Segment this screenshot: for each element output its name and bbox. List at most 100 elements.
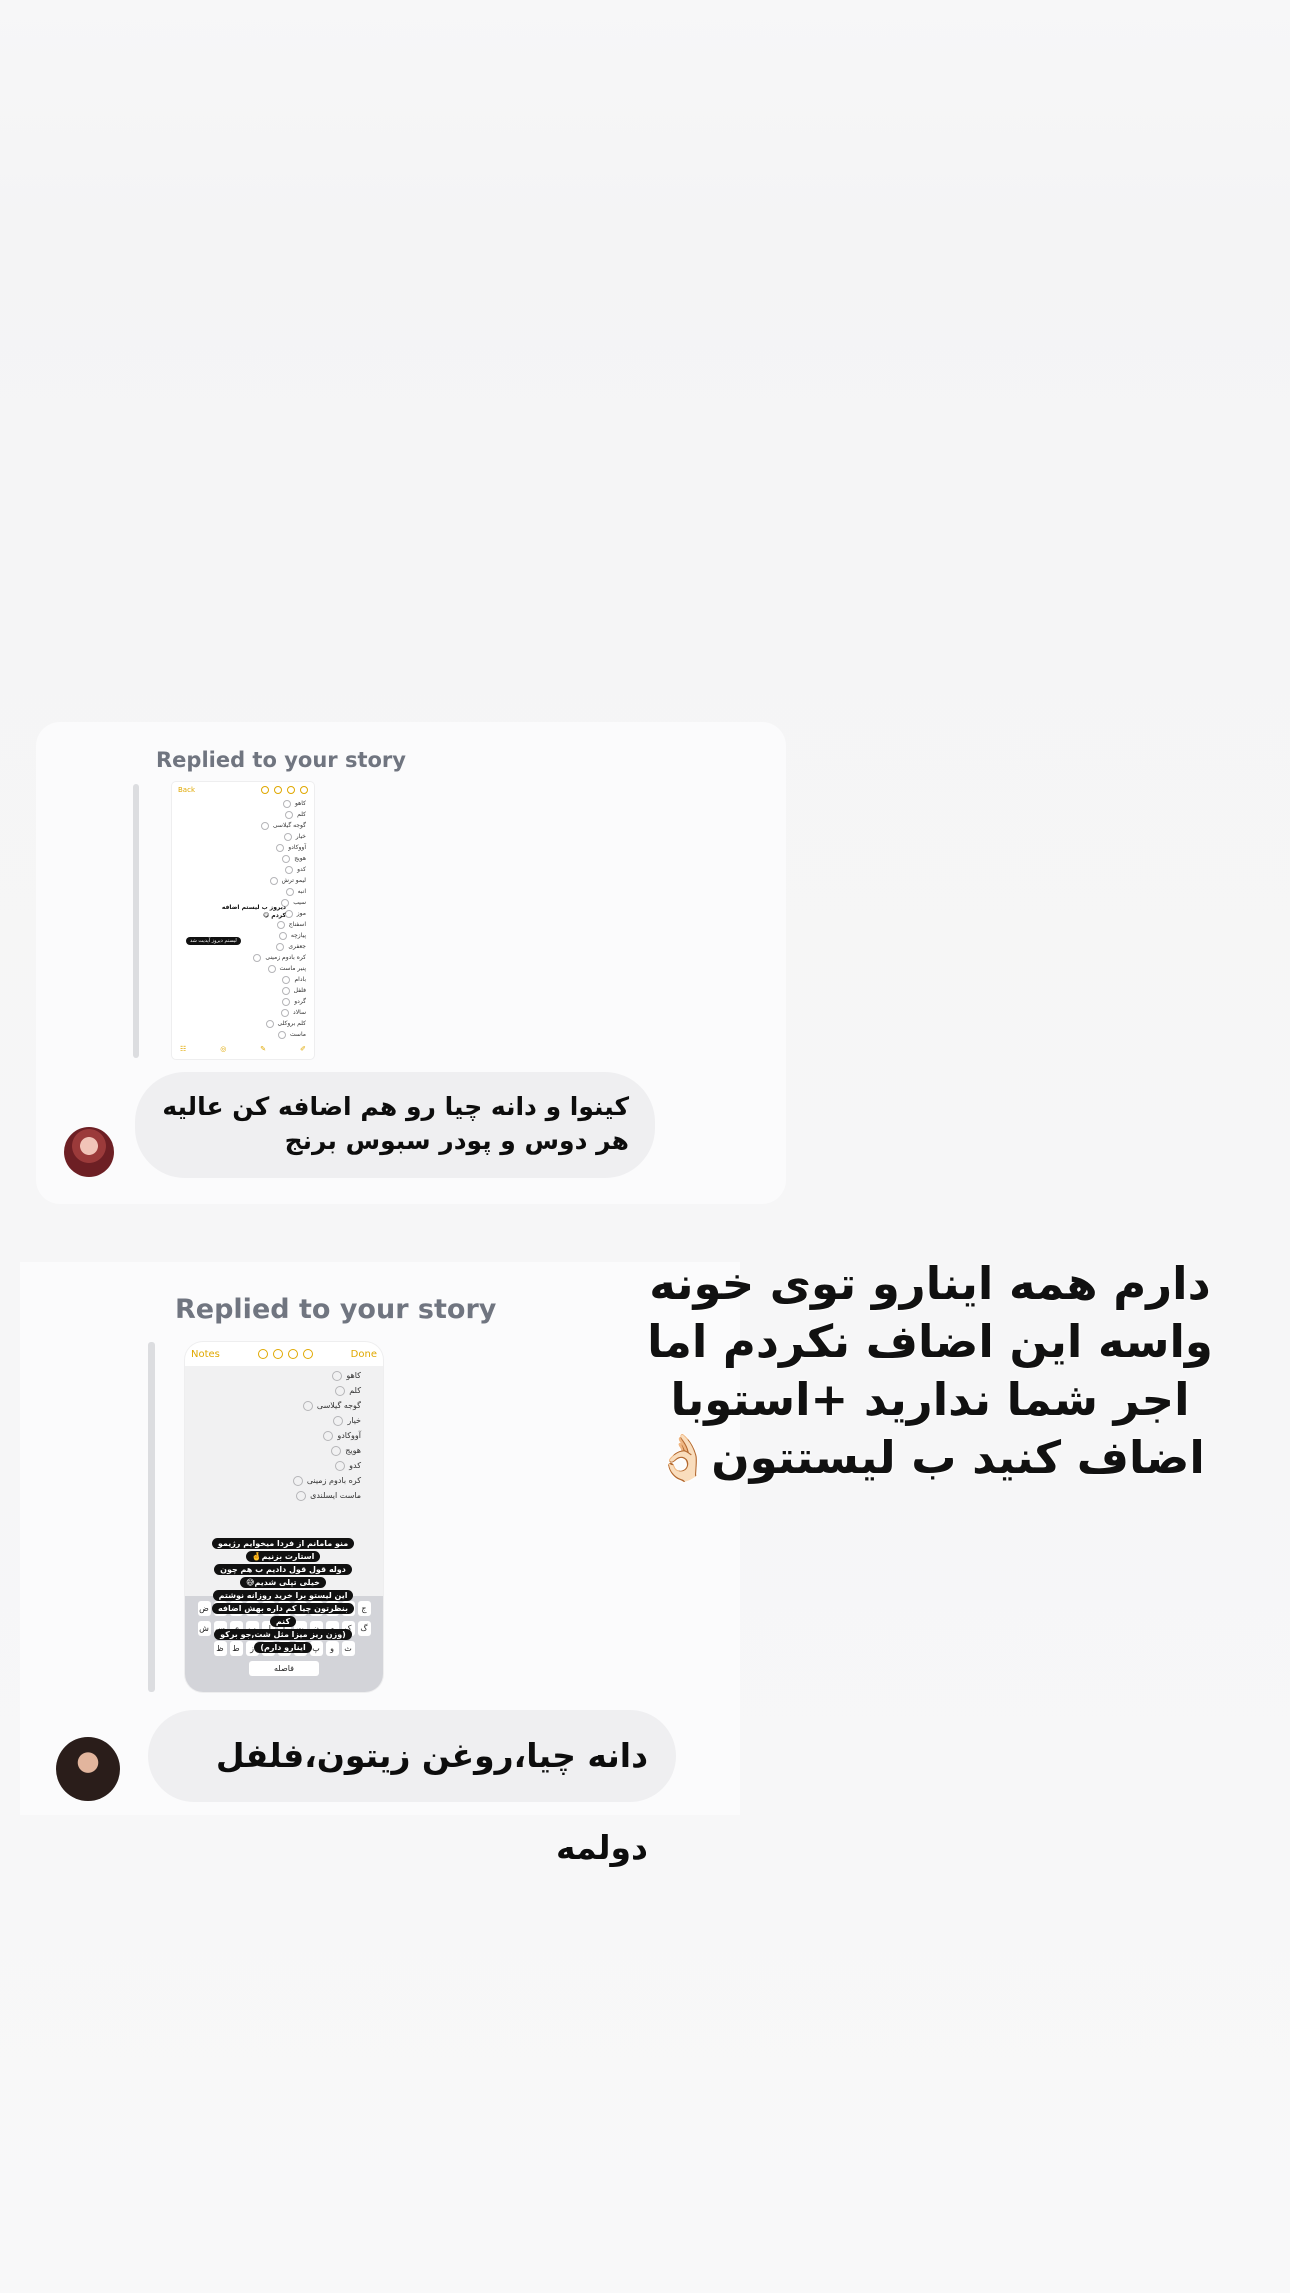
checklist-item-label: گوجه گیلاسی: [272, 822, 306, 829]
reply-quote-bar: [133, 784, 139, 1058]
checklist-item: خیار: [293, 1413, 361, 1428]
checklist-item-label: پنیر ماست: [279, 965, 306, 972]
checklist-item-label: هویج: [345, 1446, 361, 1455]
checklist-item: آووکادو: [253, 842, 306, 853]
checklist-item-label: سیب: [293, 899, 306, 906]
checklist-item-label: هویج: [294, 855, 306, 862]
story-overlay-pill: کنم: [269, 1616, 297, 1627]
checklist-item: ماست: [253, 1029, 306, 1040]
checkbox-circle-icon: [276, 843, 285, 852]
checkbox-circle-icon: [285, 810, 294, 819]
checklist-item-label: گوجه گیلاسی: [316, 1401, 361, 1410]
checklist-item-label: کلم: [349, 1386, 361, 1395]
checklist-item-label: خیار: [295, 833, 306, 840]
message-bubble[interactable]: کینوا و دانه چیا رو هم اضافه کن عالیه هر…: [135, 1072, 655, 1178]
checklist-item-label: انبه: [297, 888, 306, 895]
checklist-item-label: ماست: [290, 1031, 306, 1038]
checkbox-circle-icon: [283, 799, 292, 808]
notes-toolbar-icons: [261, 786, 308, 794]
checkbox-circle-icon: [282, 854, 291, 863]
checklist-item: جعفری: [253, 941, 306, 952]
checkbox-circle-icon: [282, 997, 291, 1006]
replied-to-story-label: Replied to your story: [175, 1294, 497, 1325]
checkbox-circle-icon: [260, 821, 269, 830]
checklist-item: کدو: [253, 864, 306, 875]
checklist-item-label: کره بادوم زمینی: [265, 954, 306, 961]
checkbox-circle-icon: [285, 865, 294, 874]
checklist-item: اسفناج: [253, 919, 306, 930]
checklist-item-label: اسفناج: [288, 921, 306, 928]
checkbox-circle-icon: [333, 1415, 344, 1426]
checkbox-circle-icon: [278, 1030, 287, 1039]
checkbox-circle-icon: [323, 1430, 334, 1441]
checklist-item: پیازچه: [253, 930, 306, 941]
story-thumbnail[interactable]: Back كاهو كلم گوجه گیلاسی خیار آووکادو هویج کد…: [172, 782, 314, 1059]
checklist-item: کلم بروکلی: [253, 1018, 306, 1029]
checklist-item: گوجه گیلاسی: [253, 820, 306, 831]
story-overlay-pill: خیلی تپلی شدیم😅: [240, 1577, 326, 1588]
story-thumbnail[interactable]: Notes Done کاهو کلم گوجه گیلاسی خیار آووکادو…: [185, 1342, 383, 1692]
pencil-icon: ✎: [260, 1045, 267, 1053]
avatar[interactable]: [56, 1737, 120, 1801]
checklist-item-label: کلم بروکلی: [277, 1020, 306, 1027]
checklist-item-label: بادام: [294, 976, 306, 983]
notes-back-link: Notes: [191, 1348, 220, 1360]
story-overlay-pill: لیستم دیروز آپدیت شد: [186, 937, 241, 945]
compose-icon: ✐: [300, 1045, 306, 1053]
checkbox-circle-icon: [282, 975, 291, 984]
checklist-item: كاهو: [253, 798, 306, 809]
checklist-item: کره بادوم زمینی: [253, 952, 306, 963]
notes-toolbar-icons: [257, 1349, 313, 1359]
checklist-item: آووکادو: [293, 1428, 361, 1443]
checklist-item-label: کدو: [297, 866, 306, 873]
checklist: کاهو کلم گوجه گیلاسی خیار آووکادو هویج کدو کره …: [292, 1368, 361, 1503]
story-overlay-pill: این لیستو برا خرید روزانه نوشتم: [212, 1590, 354, 1601]
checklist-item: پنیر ماست: [253, 963, 306, 974]
checkbox-circle-icon: [335, 1385, 346, 1396]
checklist-item: هویج: [253, 853, 306, 864]
checklist-item: فلفل: [253, 985, 306, 996]
camera-icon: ◎: [220, 1045, 227, 1053]
checklist-item-label: کره بادوم زمینی: [306, 1476, 361, 1485]
checklist-item-label: گردو: [294, 998, 306, 1005]
checklist-item: هویج: [293, 1443, 361, 1458]
checkbox-circle-icon: [278, 931, 287, 940]
story-overlay-pills: منو مامانم از فردا میخوایم رژیمو استارت ب…: [197, 1538, 369, 1655]
checklist-item-label: کاهو: [346, 1371, 361, 1380]
checklist-item-label: موز: [296, 910, 306, 917]
checklist-item: کاهو: [293, 1368, 361, 1383]
checkbox-circle-icon: [332, 1370, 343, 1381]
checklist-item: گردو: [253, 996, 306, 1007]
story-overlay-pill: اینارو دارم): [254, 1642, 312, 1653]
checkbox-circle-icon: [283, 832, 292, 841]
checklist-item-label: خیار: [347, 1416, 361, 1425]
checklist-icon: ☷: [180, 1045, 187, 1053]
checklist-item: لیمو ترش: [253, 875, 306, 886]
story-overlay-pill: منو مامانم از فردا میخوایم رژیمو: [211, 1538, 355, 1549]
story-reply-card-2: Replied to your story Notes Done کاهو کلم…: [20, 1262, 740, 1867]
checkbox-circle-icon: [281, 986, 290, 995]
checklist-item-label: کدو: [349, 1461, 361, 1470]
message-bubble[interactable]: دانه چیا،روغن زیتون،فلفل دولمه: [148, 1710, 676, 1867]
keyboard-row: فاصله: [185, 1661, 383, 1676]
replied-to-story-label: Replied to your story: [156, 748, 406, 772]
checkbox-circle-icon: [276, 920, 285, 929]
story-overlay-pill: دوله قول قول دادیم ب هم چون: [214, 1564, 352, 1575]
notes-done-link: Done: [350, 1348, 377, 1360]
checkbox-circle-icon: [296, 1490, 307, 1501]
checklist-item: کلم: [293, 1383, 361, 1398]
checklist-item-label: فلفل: [293, 987, 306, 994]
space-key[interactable]: فاصله: [249, 1661, 319, 1676]
checklist-item-label: آووکادو: [337, 1431, 361, 1440]
checklist-item-label: سالاد: [293, 1009, 306, 1016]
story-overlay-pill: (وزن ریز میزا مثل شت,جو برکو: [214, 1629, 352, 1640]
checkbox-circle-icon: [285, 887, 294, 896]
checkbox-circle-icon: [265, 1019, 274, 1028]
story-caption-text: دارم همه اینارو توی خونه واسه این اضاف ن…: [647, 1257, 1213, 1484]
notes-back-link: Back: [178, 786, 195, 794]
avatar[interactable]: [64, 1127, 114, 1177]
notes-bottom-bar: ☷ ◎ ✎ ✐: [172, 1045, 314, 1057]
checkbox-circle-icon: [302, 1400, 313, 1411]
checkbox-circle-icon: [253, 953, 262, 962]
checklist-item-label: كلم: [297, 811, 306, 818]
